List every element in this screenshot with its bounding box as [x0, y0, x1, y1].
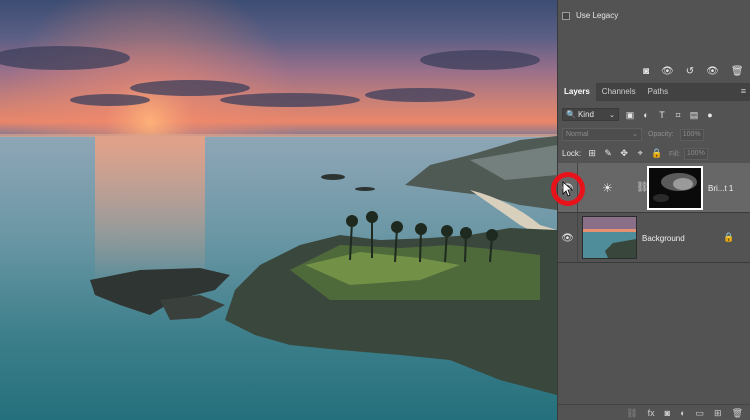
- background-layer-thumbnail[interactable]: [582, 216, 637, 259]
- lock-row: Lock: ⊞ ✎ ✥ ⌖ 🔒: [562, 148, 662, 158]
- new-group-icon[interactable]: ▭: [696, 408, 705, 418]
- blend-mode-value: Normal: [566, 131, 589, 138]
- layers-footer-toolbar: ⛓ fx ◙ ◐ ▭ ⊞ 🗑: [558, 404, 750, 420]
- lock-all-icon[interactable]: 🔒: [651, 148, 662, 158]
- lock-transparent-pixels-icon[interactable]: ⊞: [587, 148, 597, 158]
- use-legacy-label: Use Legacy: [576, 11, 619, 20]
- coastal-sunset-photo: [0, 0, 557, 420]
- type-layer-filter-icon[interactable]: T: [657, 110, 667, 120]
- thumbnail-preview: [583, 217, 636, 258]
- panel-tabs: Layers Channels Paths ≡: [558, 83, 750, 101]
- opacity-label: Opacity:: [648, 131, 674, 138]
- mask-preview: [649, 168, 701, 208]
- layer-filter-row: 🔍 Kind ⌄ ▣ ◐ T ⌗ ▤ ●: [562, 107, 715, 122]
- lock-position-icon[interactable]: ✥: [619, 148, 629, 158]
- pixel-layer-filter-icon[interactable]: ▣: [625, 110, 635, 120]
- panel-menu-icon[interactable]: ≡: [741, 86, 746, 96]
- filter-kind-label: Kind: [577, 110, 594, 119]
- link-layers-icon[interactable]: ⛓: [626, 408, 637, 418]
- tab-channels[interactable]: Channels: [596, 83, 642, 101]
- filter-toggle-icon[interactable]: ●: [705, 110, 715, 120]
- chevron-down-icon: ⌄: [609, 111, 615, 119]
- layer-visibility-toggle[interactable]: 👁: [558, 213, 578, 263]
- reset-adjustments-icon[interactable]: ↺: [686, 66, 694, 77]
- view-previous-state-icon[interactable]: 👁: [661, 66, 674, 77]
- tab-paths[interactable]: Paths: [642, 83, 674, 101]
- fill-group: Fill: 100%: [669, 148, 708, 160]
- add-layer-style-icon[interactable]: fx: [648, 408, 655, 418]
- pointer-cursor-icon: [562, 181, 573, 197]
- layer-mask-thumbnail[interactable]: [647, 166, 703, 210]
- new-adjustment-layer-icon[interactable]: ◐: [680, 408, 685, 418]
- lock-label: Lock:: [562, 148, 582, 158]
- blend-mode-select[interactable]: Normal ⌄: [562, 128, 642, 141]
- filter-kind-select[interactable]: 🔍 Kind ⌄: [562, 108, 619, 121]
- lock-image-pixels-icon[interactable]: ✎: [603, 148, 613, 158]
- search-icon: 🔍: [566, 110, 576, 119]
- smart-object-filter-icon[interactable]: ▤: [689, 110, 699, 120]
- layer-row-brightness[interactable]: 👁 ☀ ⛓ Bri...t 1: [558, 163, 750, 213]
- brightness-adjustment-icon[interactable]: ☀: [602, 181, 613, 195]
- new-layer-icon[interactable]: ⊞: [714, 408, 722, 418]
- layer-lock-icon: 🔒: [723, 232, 735, 242]
- delete-layer-icon[interactable]: 🗑: [732, 408, 743, 418]
- layer-name[interactable]: Bri...t 1: [708, 184, 733, 193]
- fill-label: Fill:: [669, 150, 680, 158]
- tab-layers[interactable]: Layers: [558, 83, 596, 101]
- properties-footer-icons: ◙ 👁 ↺ 👁 🗑: [643, 66, 744, 77]
- adjustment-layer-filter-icon[interactable]: ◐: [641, 110, 651, 120]
- toggle-visibility-icon[interactable]: 👁: [706, 66, 719, 77]
- use-legacy-option[interactable]: Use Legacy: [562, 11, 618, 20]
- blend-opacity-row: Normal ⌄ Opacity: 100%: [562, 128, 704, 141]
- fill-field[interactable]: 100%: [683, 148, 708, 160]
- chevron-down-icon: ⌄: [632, 131, 638, 138]
- shape-layer-filter-icon[interactable]: ⌗: [673, 110, 683, 120]
- layer-row-background[interactable]: 👁 Background 🔒: [558, 213, 750, 263]
- use-legacy-checkbox[interactable]: [562, 11, 570, 20]
- delete-adjustment-icon[interactable]: 🗑: [731, 66, 744, 77]
- opacity-field[interactable]: 100%: [679, 128, 704, 141]
- document-canvas[interactable]: [0, 0, 557, 420]
- prevent-auto-nesting-icon[interactable]: ⌖: [635, 148, 645, 158]
- clip-to-layer-icon[interactable]: ◙: [643, 66, 649, 77]
- eye-icon: 👁: [561, 232, 574, 244]
- layers-panel-dock: Use Legacy ◙ 👁 ↺ 👁 🗑 Layers Channels Pat…: [557, 0, 750, 420]
- layer-name[interactable]: Background: [642, 234, 685, 243]
- add-mask-icon[interactable]: ◙: [665, 408, 670, 418]
